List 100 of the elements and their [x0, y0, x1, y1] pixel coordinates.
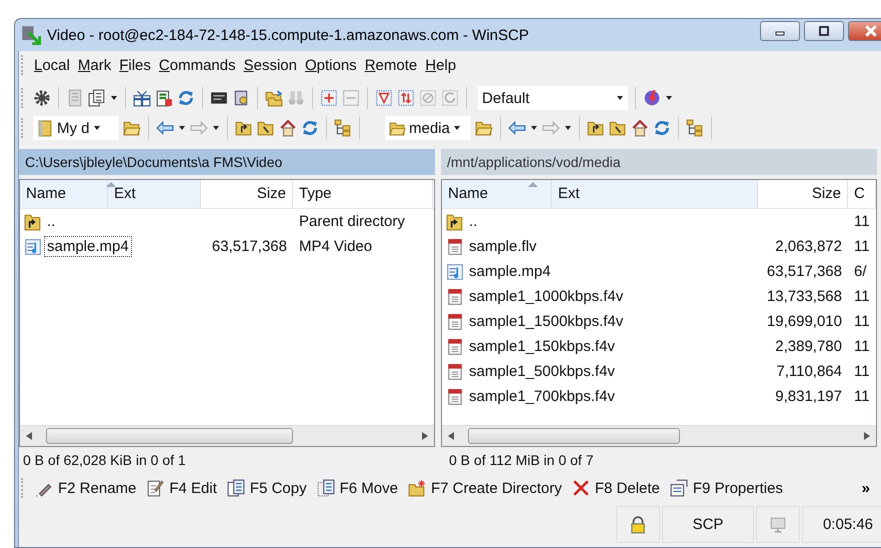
- gift-icon[interactable]: [133, 89, 151, 107]
- back-arrow-icon[interactable]: [508, 119, 526, 137]
- maximize-button[interactable]: [804, 21, 844, 41]
- scrollbar-thumb[interactable]: [468, 428, 680, 444]
- root-folder-icon[interactable]: [257, 119, 275, 137]
- lightning-globe-icon[interactable]: [643, 89, 661, 107]
- parent-folder-icon[interactable]: [235, 119, 253, 137]
- close-button[interactable]: [848, 21, 881, 41]
- file-name[interactable]: sample.mp4: [466, 261, 554, 282]
- scroll-left-icon[interactable]: [448, 432, 454, 440]
- function-key-button[interactable]: F6 Move: [312, 477, 402, 499]
- scroll-right-icon[interactable]: [422, 432, 428, 440]
- column-header[interactable]: C: [848, 180, 876, 208]
- open-folder-icon[interactable]: [123, 119, 141, 137]
- scrollbar-thumb[interactable]: [46, 428, 293, 444]
- folders-icon[interactable]: [265, 89, 283, 107]
- sort-arrow-icon: [106, 181, 116, 187]
- root-folder-icon[interactable]: [609, 119, 627, 137]
- gear-icon[interactable]: [33, 89, 51, 107]
- app-icon: [21, 25, 41, 45]
- location-dropdown[interactable]: My d: [33, 116, 119, 140]
- new-folder-icon: [408, 479, 426, 497]
- open-folder-icon[interactable]: [475, 119, 493, 137]
- location-dropdown[interactable]: media: [385, 116, 471, 140]
- more-button[interactable]: »: [856, 480, 876, 496]
- horizontal-scrollbar[interactable]: [20, 425, 434, 446]
- horizontal-scrollbar[interactable]: [442, 425, 876, 446]
- file-name[interactable]: sample.mp4: [44, 236, 132, 257]
- file-size: 19,699,010: [766, 313, 842, 330]
- column-header[interactable]: Ext: [552, 180, 758, 208]
- table-cell: 11: [854, 338, 870, 355]
- tree-icon[interactable]: [334, 119, 352, 137]
- column-header[interactable]: Size: [201, 180, 293, 208]
- file-size: 63,517,368: [766, 263, 842, 280]
- file-name[interactable]: sample.flv: [466, 236, 540, 257]
- function-key-button[interactable]: F8 Delete: [568, 477, 664, 499]
- column-header[interactable]: Ext: [108, 180, 201, 208]
- column-header[interactable]: Type: [293, 180, 433, 208]
- document-icon: [446, 362, 464, 380]
- swap-icon[interactable]: [397, 89, 415, 107]
- video-file-icon: [446, 262, 464, 280]
- file-size: 2,063,872: [775, 238, 842, 255]
- documents-icon[interactable]: [88, 89, 106, 107]
- home-icon[interactable]: [631, 119, 649, 137]
- function-key-button[interactable]: F5 Copy: [222, 477, 311, 499]
- parent-folder-icon: [446, 212, 464, 230]
- filter-icon[interactable]: [375, 89, 393, 107]
- selection-status: 0 B of 112 MiB in 0 of 7: [448, 452, 594, 468]
- column-header[interactable]: Size: [758, 180, 848, 208]
- table-cell: 11: [854, 288, 870, 305]
- scroll-right-icon[interactable]: [864, 432, 870, 440]
- copy-icon: [226, 479, 245, 497]
- refresh-icon[interactable]: [301, 119, 319, 137]
- menu-item[interactable]: Mark: [74, 54, 114, 76]
- refresh-icon[interactable]: [177, 89, 195, 107]
- home-icon[interactable]: [279, 119, 297, 137]
- column-header[interactable]: Name: [442, 180, 552, 208]
- function-key-button[interactable]: F7 Create Directory: [404, 477, 566, 499]
- menu-item[interactable]: Files: [116, 54, 154, 76]
- video-file-icon: [24, 238, 42, 256]
- window-title: Video - root@ec2-184-72-148-15.compute-1.amazonaws.com - WinSCP: [47, 26, 529, 44]
- menu-item[interactable]: Options: [302, 54, 360, 76]
- tree-icon[interactable]: [686, 119, 704, 137]
- menu-item[interactable]: Local: [31, 54, 73, 76]
- path-bar: C:\Users\jbleyle\Documents\a FMS\Video: [19, 149, 435, 175]
- computer-icon: [769, 516, 787, 534]
- file-name[interactable]: sample1_500kbps.f4v: [466, 361, 618, 382]
- back-arrow-icon[interactable]: [156, 119, 174, 137]
- parent-folder-icon: [24, 212, 42, 230]
- minimize-button[interactable]: [760, 21, 800, 41]
- menu-item[interactable]: Remote: [362, 54, 420, 76]
- function-key-button[interactable]: F4 Edit: [142, 477, 221, 499]
- document-icon: [446, 238, 464, 256]
- properties-icon: [670, 479, 688, 497]
- drive-icon: [37, 120, 54, 136]
- menu-item[interactable]: Help: [422, 54, 460, 76]
- parent-folder-icon[interactable]: [587, 119, 605, 137]
- table-cell: 11: [854, 238, 870, 255]
- maximize-icon: [818, 26, 830, 36]
- menu-item[interactable]: Commands: [156, 54, 239, 76]
- plus-icon[interactable]: [320, 89, 338, 107]
- function-key-button[interactable]: F9 Properties: [666, 477, 787, 499]
- table-cell: 11: [854, 363, 870, 380]
- edit-icon: [146, 479, 164, 497]
- file-name[interactable]: sample1_1000kbps.f4v: [466, 286, 626, 307]
- refresh-icon[interactable]: [653, 119, 671, 137]
- file-size: 9,831,197: [775, 388, 842, 405]
- file-name[interactable]: sample1_1500kbps.f4v: [466, 311, 626, 332]
- file-size: 7,110,864: [776, 363, 842, 380]
- function-key-button[interactable]: F2 Rename: [31, 477, 140, 499]
- scroll-left-icon[interactable]: [26, 432, 32, 440]
- menu-item[interactable]: Session: [240, 54, 300, 76]
- column-header[interactable]: Name: [20, 180, 108, 208]
- clipboard-icon[interactable]: [155, 89, 173, 107]
- move-icon: [316, 479, 335, 497]
- file-name[interactable]: sample1_700kbps.f4v: [466, 386, 618, 407]
- file-name[interactable]: ..: [466, 211, 480, 232]
- transfer-settings-dropdown[interactable]: Default: [478, 86, 628, 110]
- file-name[interactable]: sample1_150kbps.f4v: [466, 336, 618, 357]
- file-name[interactable]: ..: [44, 211, 58, 232]
